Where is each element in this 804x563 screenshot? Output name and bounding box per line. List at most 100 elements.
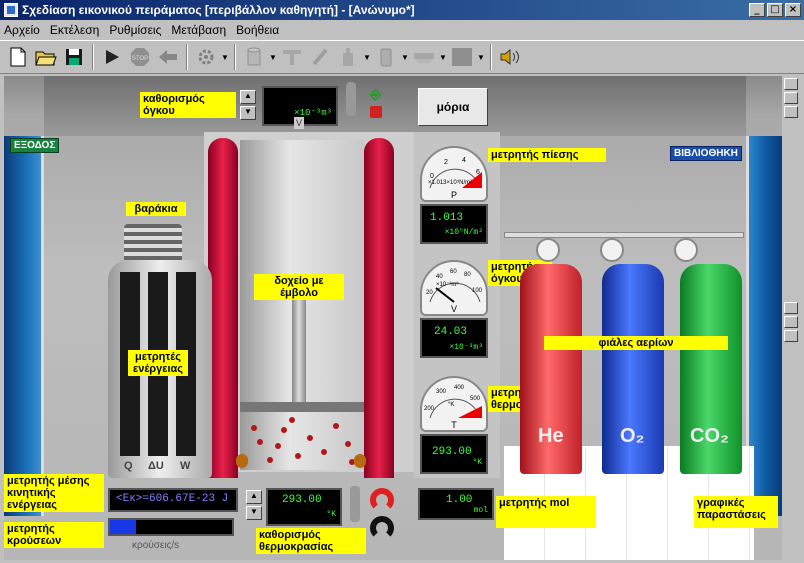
restore-icon[interactable]	[784, 302, 798, 314]
volume-unit: ×10⁻³m³	[449, 343, 483, 352]
o2-valve-gauge	[600, 238, 624, 262]
pressure-scale-0: 0	[430, 173, 434, 180]
minimize-icon[interactable]	[784, 316, 798, 328]
temp-lever-icon[interactable]	[350, 486, 360, 522]
heater-right-icon	[354, 454, 366, 468]
pressure-symbol: P	[451, 190, 457, 200]
collision-meter-label: μετρητής κρούσεων	[4, 522, 104, 548]
mol-unit: mol	[473, 506, 488, 515]
library-sign[interactable]: ΒΙΒΛΙΟΘΗΚΗ	[670, 146, 742, 161]
chevron-down-icon[interactable]: ▼	[362, 43, 372, 71]
pressure-scale-2: 2	[444, 159, 448, 166]
plate-icon[interactable]	[410, 43, 438, 71]
particles-button[interactable]: μόρια	[418, 88, 488, 126]
menu-help[interactable]: Βοήθεια	[236, 23, 279, 37]
temp-up-button[interactable]: ▲	[246, 490, 262, 504]
temperature-symbol: T	[451, 420, 457, 430]
temp-scale-unit: °K	[448, 402, 454, 408]
volume-scale-unit: ×10⁻³m³	[436, 282, 458, 288]
gas-bottles-label: φιάλες αερίων	[544, 336, 728, 350]
energy-bar-q-label: Q	[124, 460, 133, 472]
gear-icon[interactable]	[192, 43, 220, 71]
temp-setting-unit: °K	[326, 510, 336, 519]
temp-scale-300: 300	[436, 389, 447, 395]
volume-down-button[interactable]: ▼	[240, 106, 256, 120]
svg-text:STOP: STOP	[132, 56, 148, 62]
pressure-meter-label: μετρητής πίεσης	[488, 148, 606, 162]
volume-up-button[interactable]: ▲	[240, 90, 256, 104]
speaker-icon[interactable]	[496, 43, 524, 71]
piston-rail-left	[208, 138, 238, 478]
menu-run[interactable]: Εκτέλεση	[50, 23, 100, 37]
play-icon[interactable]	[98, 43, 126, 71]
volume-setting-label: καθορισμός όγκου	[140, 92, 236, 118]
window-title: Σχεδίαση εικονικού πειράματος [περιβάλλο…	[22, 3, 415, 17]
chevron-down-icon[interactable]: ▼	[400, 43, 410, 71]
volume-display: 24.03 ×10⁻³m³	[420, 318, 488, 358]
collision-bar-fill	[110, 520, 136, 534]
menu-navigate[interactable]: Μετάβαση	[171, 23, 226, 37]
bottle-icon[interactable]	[334, 43, 362, 71]
toolbar-separator	[234, 44, 236, 70]
save-icon[interactable]	[784, 330, 798, 342]
toolbar-separator	[490, 44, 492, 70]
pressure-scale-unit: ×1.013×10⁵N/m²	[428, 179, 472, 186]
he-valve-gauge	[536, 238, 560, 262]
minimize-icon[interactable]	[784, 92, 798, 104]
stop-icon[interactable]: STOP	[126, 43, 154, 71]
mol-display: 1.00 mol	[418, 488, 494, 520]
heat-magnet-icon[interactable]	[370, 488, 394, 512]
gas-particles	[251, 417, 355, 465]
collision-bar	[108, 518, 234, 536]
cool-magnet-icon[interactable]	[370, 516, 394, 540]
mol-meter-label: μετρητής mol	[496, 496, 596, 528]
temp-scale-200: 200	[424, 406, 435, 412]
temp-down-button[interactable]: ▼	[246, 506, 262, 520]
gas-pipe	[504, 232, 744, 238]
chevron-down-icon[interactable]: ▼	[438, 43, 448, 71]
piston-rail-right	[364, 138, 394, 478]
lab-scene: ΕΞΟΔΟΣ ΒΙΒΛΙΟΘΗΚΗ καθορισμός όγκου ▲ ▼ ×…	[4, 76, 782, 560]
container-label: δοχείο με έμβολο	[254, 274, 344, 300]
save-icon[interactable]	[784, 106, 798, 118]
mean-ke-display: <Εκ>=606.67E-23 J	[108, 488, 238, 512]
pressure-scale-6: 6	[476, 169, 480, 176]
chevron-down-icon[interactable]: ▼	[268, 43, 278, 71]
volume-value: 24.03	[434, 326, 468, 338]
maximize-button[interactable]: □	[767, 3, 783, 17]
energy-bar-w-label: W	[180, 460, 191, 472]
o2-bottle-label: O₂	[620, 425, 645, 447]
energy-meters-label: μετρητές ενέργειας	[128, 350, 188, 376]
exit-door[interactable]	[4, 136, 44, 516]
menu-settings[interactable]: Ρυθμίσεις	[109, 23, 161, 37]
open-folder-icon[interactable]	[32, 43, 60, 71]
restore-icon[interactable]	[784, 78, 798, 90]
cylinder-icon[interactable]	[240, 43, 268, 71]
volume-scale-60: 60	[450, 269, 457, 275]
color-box-icon[interactable]	[448, 43, 476, 71]
menu-file[interactable]: Αρχείο	[4, 23, 40, 37]
toolbar: STOP ▼ ▼ ▼ ▼ ▼ ▼	[0, 40, 804, 74]
new-file-icon[interactable]	[4, 43, 32, 71]
toolbar-separator	[92, 44, 94, 70]
piston-icon[interactable]	[278, 43, 306, 71]
chevron-down-icon[interactable]: ▼	[220, 43, 230, 71]
minimize-button[interactable]: _	[749, 3, 765, 17]
thermometer-icon[interactable]	[306, 43, 334, 71]
lock-icon[interactable]	[370, 106, 382, 118]
back-arrow-icon[interactable]	[154, 43, 182, 71]
pressure-scale-4: 4	[462, 157, 466, 164]
save-icon[interactable]	[60, 43, 88, 71]
close-button[interactable]: ×	[785, 3, 801, 17]
volume-lever-icon[interactable]	[346, 82, 356, 116]
unlock-icon[interactable]: ⎆	[370, 86, 381, 103]
pressure-unit: ×10⁵N/m²	[444, 228, 483, 237]
graphs-label[interactable]: γραφικές παραστάσεις	[694, 496, 778, 528]
volume-scale-100: 100	[472, 288, 483, 294]
volume-scale-40: 40	[436, 274, 443, 280]
mol-value: 1.00	[446, 494, 473, 506]
exit-sign[interactable]: ΕΞΟΔΟΣ	[10, 138, 60, 153]
toolbar-separator	[186, 44, 188, 70]
chevron-down-icon[interactable]: ▼	[476, 43, 486, 71]
container-icon[interactable]	[372, 43, 400, 71]
